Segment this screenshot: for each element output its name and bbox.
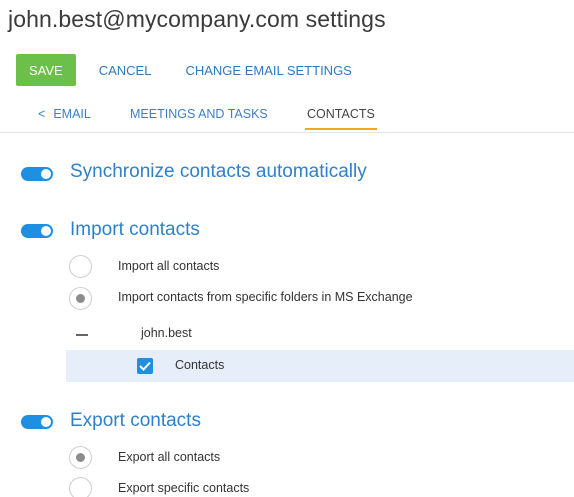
tab-contacts[interactable]: CONTACTS xyxy=(305,107,377,130)
sync-contacts-toggle[interactable] xyxy=(21,167,53,181)
import-all-radio[interactable] xyxy=(69,255,92,278)
tab-meetings-and-tasks[interactable]: MEETINGS AND TASKS xyxy=(130,107,268,121)
contacts-folder-checkbox[interactable] xyxy=(137,358,153,374)
page-title: john.best@mycompany.com settings xyxy=(8,6,386,32)
chevron-left-icon: < xyxy=(38,107,46,121)
import-all-label: Import all contacts xyxy=(118,259,220,273)
toolbar: SAVE CANCEL CHANGE EMAIL SETTINGS xyxy=(16,54,352,86)
checkmark-icon xyxy=(139,361,151,371)
export-specific-radio[interactable] xyxy=(69,477,92,497)
export-all-label: Export all contacts xyxy=(118,450,221,464)
import-contacts-toggle[interactable] xyxy=(21,224,53,238)
contacts-folder-label: Contacts xyxy=(175,358,225,372)
sync-contacts-label: Synchronize contacts automatically xyxy=(70,161,367,182)
folder-account-label: john.best xyxy=(141,326,192,340)
export-all-radio[interactable] xyxy=(69,446,92,469)
import-specific-folders-radio[interactable] xyxy=(69,287,92,310)
collapse-icon[interactable] xyxy=(76,334,88,336)
save-button[interactable]: SAVE xyxy=(16,54,76,86)
export-contacts-label: Export contacts xyxy=(70,410,201,431)
change-email-settings-button[interactable]: CHANGE EMAIL SETTINGS xyxy=(185,63,351,78)
tab-email-label: EMAIL xyxy=(53,107,91,121)
tab-bar: < EMAIL MEETINGS AND TASKS CONTACTS xyxy=(0,106,574,133)
export-contacts-toggle[interactable] xyxy=(21,415,53,429)
cancel-button[interactable]: CANCEL xyxy=(99,63,152,78)
import-contacts-label: Import contacts xyxy=(70,219,200,240)
import-specific-folders-label: Import contacts from specific folders in… xyxy=(118,290,413,304)
tab-email[interactable]: < EMAIL xyxy=(38,107,91,121)
export-specific-label: Export specific contacts xyxy=(118,481,250,495)
